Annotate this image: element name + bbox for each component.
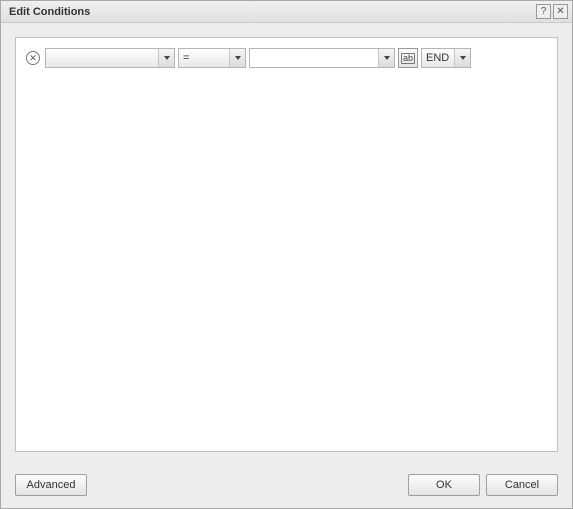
advanced-button[interactable]: Advanced xyxy=(15,474,87,496)
logical-select[interactable]: END xyxy=(421,48,471,68)
text-mode-button[interactable]: ab xyxy=(398,48,418,68)
chevron-down-icon xyxy=(378,49,394,67)
chevron-down-icon xyxy=(454,49,470,67)
logical-select-value: END xyxy=(422,52,454,64)
remove-condition-icon[interactable]: ✕ xyxy=(26,51,40,65)
button-bar: Advanced OK Cancel xyxy=(1,466,572,508)
cancel-button[interactable]: Cancel xyxy=(486,474,558,496)
help-icon[interactable]: ? xyxy=(536,4,551,19)
operator-select[interactable]: = xyxy=(178,48,246,68)
value-select[interactable] xyxy=(249,48,395,68)
field-select[interactable] xyxy=(45,48,175,68)
close-icon[interactable]: ✕ xyxy=(553,4,568,19)
title-controls: ? ✕ xyxy=(536,4,568,19)
chevron-down-icon xyxy=(158,49,174,67)
title-bar: Edit Conditions ? ✕ xyxy=(1,1,572,23)
content-area: ✕ = ab END xyxy=(1,23,572,466)
condition-row: ✕ = ab END xyxy=(26,48,547,68)
ok-button[interactable]: OK xyxy=(408,474,480,496)
dialog-title: Edit Conditions xyxy=(9,6,536,18)
operator-select-value: = xyxy=(179,52,229,64)
ab-icon: ab xyxy=(401,53,415,64)
edit-conditions-dialog: Edit Conditions ? ✕ ✕ = xyxy=(0,0,573,509)
conditions-panel: ✕ = ab END xyxy=(15,37,558,452)
chevron-down-icon xyxy=(229,49,245,67)
